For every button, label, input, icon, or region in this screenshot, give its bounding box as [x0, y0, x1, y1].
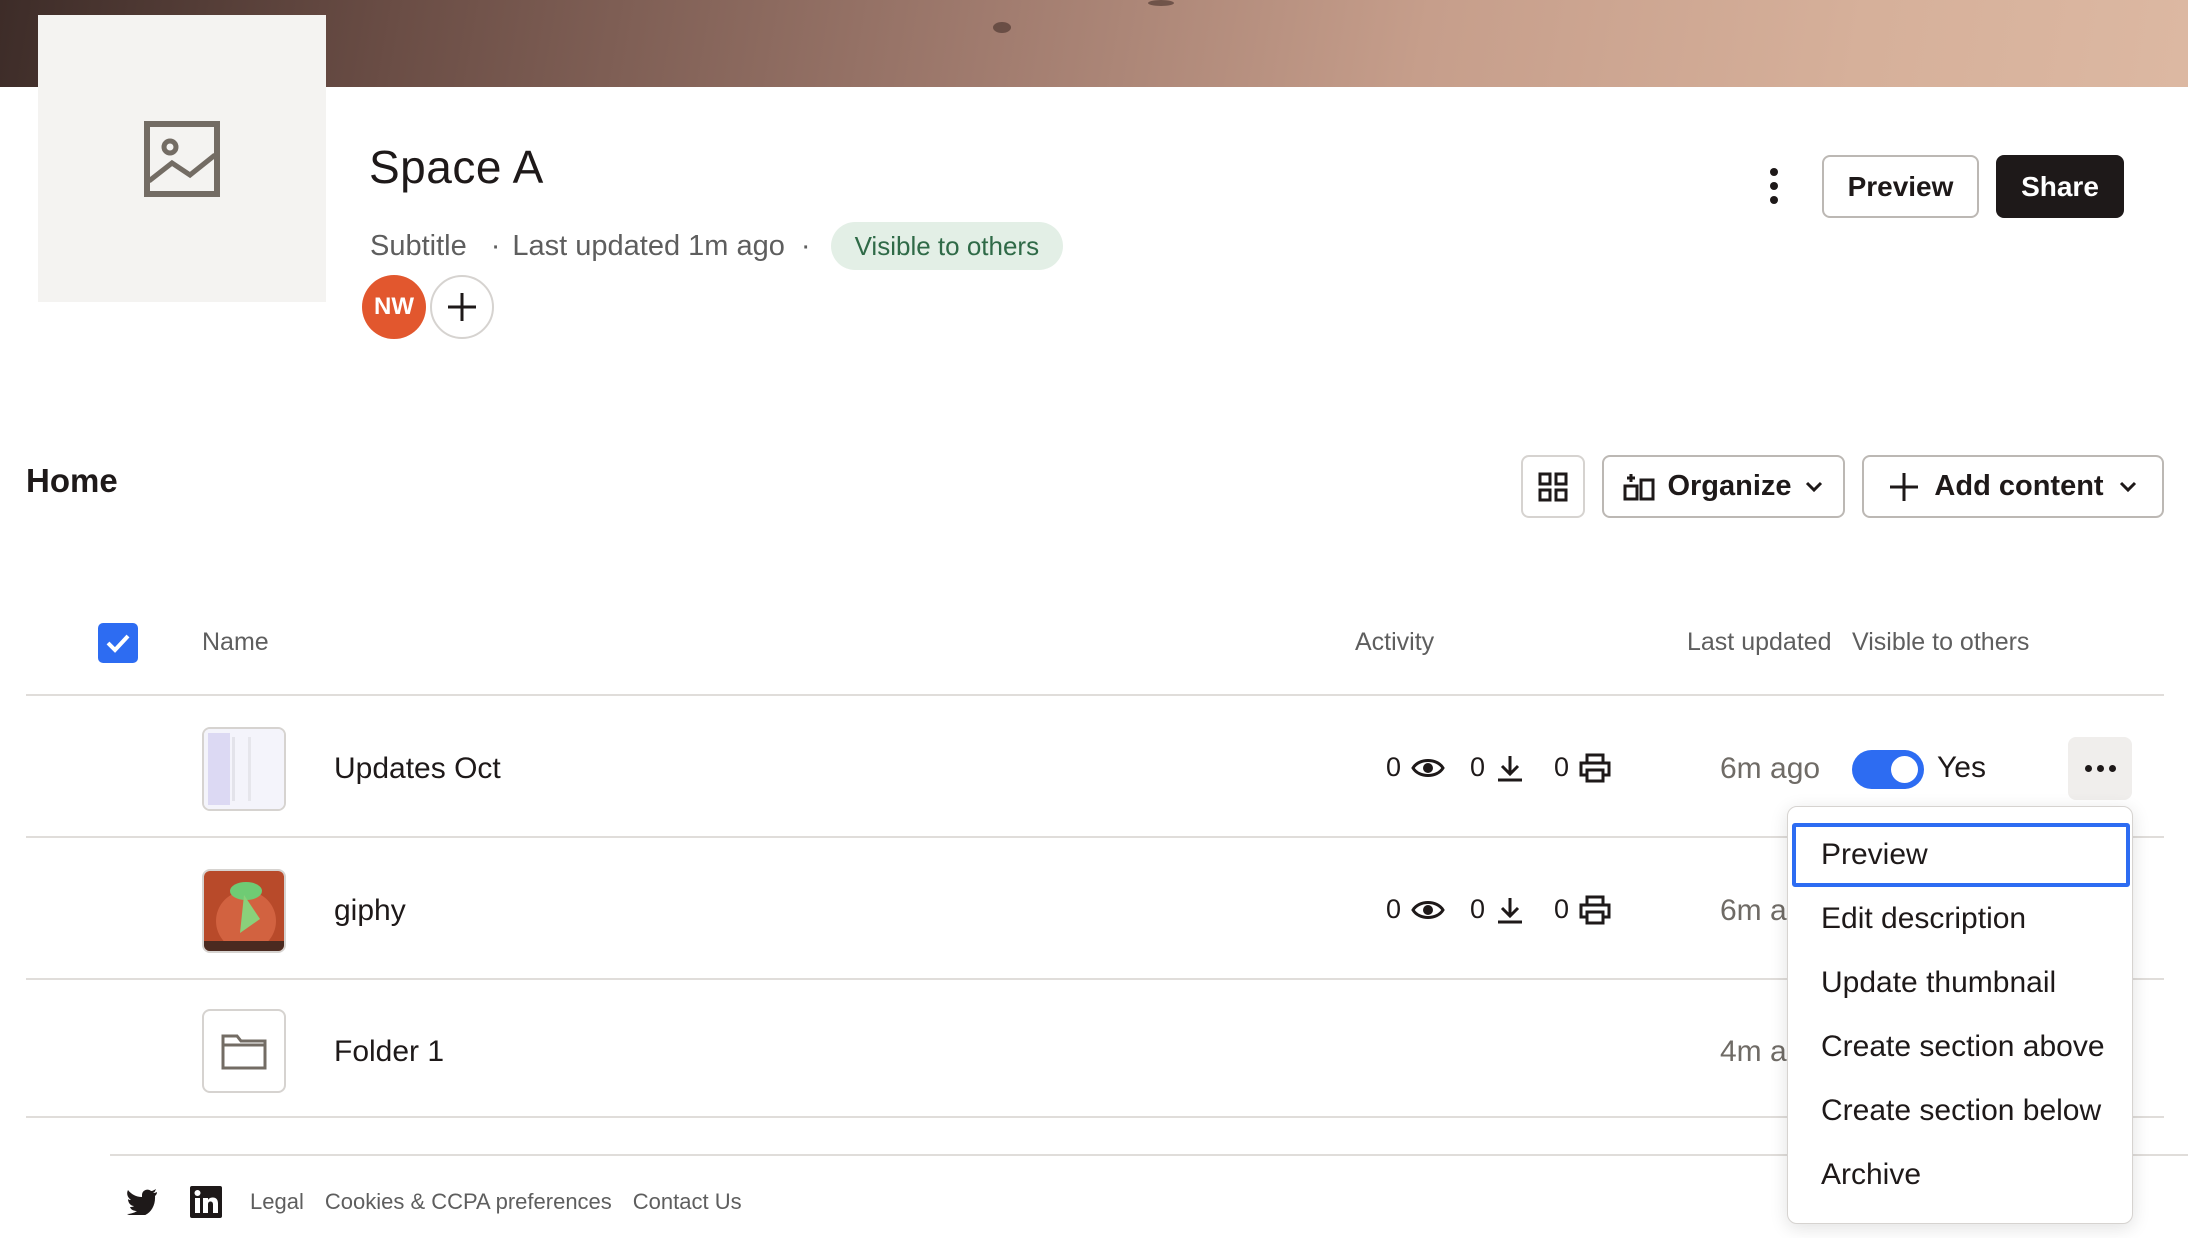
last-updated-cell: 4m a: [1720, 1035, 1787, 1068]
twitter-icon[interactable]: [126, 1189, 158, 1215]
plus-icon: [448, 293, 476, 321]
add-content-label: Add content: [1934, 470, 2104, 502]
printer-icon: [1579, 895, 1611, 924]
visibility-label: Yes: [1937, 751, 1986, 784]
footer-link-legal[interactable]: Legal: [250, 1189, 304, 1215]
add-content-button[interactable]: Add content: [1862, 455, 2164, 518]
menu-item-preview[interactable]: Preview: [1792, 823, 2130, 887]
download-icon: [1498, 897, 1523, 923]
image-thumbnail: [202, 869, 286, 953]
share-button[interactable]: Share: [1996, 155, 2124, 218]
row-name[interactable]: Folder 1: [334, 1035, 444, 1069]
column-header-name[interactable]: Name: [202, 628, 269, 657]
cover-banner: [0, 0, 2188, 87]
download-icon: [1498, 755, 1523, 781]
organize-icon: [1623, 473, 1655, 500]
section-title[interactable]: Home: [26, 462, 118, 500]
checkmark-icon: [106, 634, 130, 653]
avatar[interactable]: NW: [362, 275, 426, 339]
visibility-badge[interactable]: Visible to others: [830, 222, 1064, 270]
column-header-visible: Visible to others: [1852, 628, 2030, 656]
views-count: 0: [1386, 894, 1445, 925]
meta-separator: ·: [800, 229, 811, 262]
linkedin-icon[interactable]: [190, 1186, 222, 1218]
row-context-menu: Preview Edit description Update thumbnai…: [1787, 806, 2133, 1224]
grid-icon: [1538, 472, 1568, 501]
footer-link-cookies[interactable]: Cookies & CCPA preferences: [325, 1189, 612, 1215]
prints-count: 0: [1554, 894, 1611, 925]
select-all-checkbox[interactable]: [98, 623, 138, 663]
eye-icon: [1411, 758, 1445, 777]
add-collaborator-button[interactable]: [430, 275, 494, 339]
grid-view-button[interactable]: [1521, 455, 1585, 518]
column-header-activity: Activity: [1355, 628, 1435, 656]
chevron-down-icon: [2119, 481, 2136, 492]
prints-count: 0: [1554, 752, 1611, 783]
document-thumbnail: [202, 727, 286, 811]
meta-separator: ·: [490, 229, 501, 262]
space-meta: Subtitle · Last updated 1m ago · Visible…: [370, 222, 1064, 270]
eye-icon: [1411, 900, 1445, 919]
last-updated-cell: 6m ago: [1720, 752, 1821, 785]
last-updated-cell: 6m a: [1720, 894, 1787, 927]
menu-item-update-thumbnail[interactable]: Update thumbnail: [1788, 951, 2132, 1015]
folder-thumbnail: [202, 1009, 286, 1093]
printer-icon: [1579, 753, 1611, 782]
menu-item-archive[interactable]: Archive: [1788, 1143, 2132, 1207]
menu-item-create-section-above[interactable]: Create section above: [1788, 1015, 2132, 1079]
space-subtitle[interactable]: Subtitle: [370, 230, 467, 263]
last-updated-text: Last updated 1m ago: [512, 229, 785, 262]
space-title[interactable]: Space A: [369, 140, 544, 194]
menu-item-edit-description[interactable]: Edit description: [1788, 887, 2132, 951]
plus-icon: [1890, 472, 1919, 501]
chevron-down-icon: [1805, 481, 1822, 492]
image-placeholder-icon: [144, 120, 220, 197]
downloads-count: 0: [1470, 894, 1525, 925]
row-name[interactable]: Updates Oct: [334, 752, 501, 786]
views-count: 0: [1386, 752, 1445, 783]
divider: [26, 694, 2164, 696]
folder-icon: [221, 1034, 267, 1070]
footer-link-contact[interactable]: Contact Us: [633, 1189, 742, 1215]
column-header-last-updated[interactable]: Last updated: [1687, 628, 1832, 657]
more-options-icon[interactable]: [1754, 160, 1794, 212]
row-name[interactable]: giphy: [334, 894, 406, 928]
downloads-count: 0: [1470, 752, 1525, 783]
menu-item-create-section-below[interactable]: Create section below: [1788, 1079, 2132, 1143]
preview-button[interactable]: Preview: [1822, 155, 1979, 218]
footer: Legal Cookies & CCPA preferences Contact…: [126, 1186, 763, 1218]
row-more-options-button[interactable]: [2068, 737, 2132, 800]
space-cover-image[interactable]: [38, 15, 326, 302]
visibility-toggle[interactable]: [1852, 750, 1924, 789]
organize-label: Organize: [1667, 470, 1792, 502]
organize-button[interactable]: Organize: [1602, 455, 1845, 518]
